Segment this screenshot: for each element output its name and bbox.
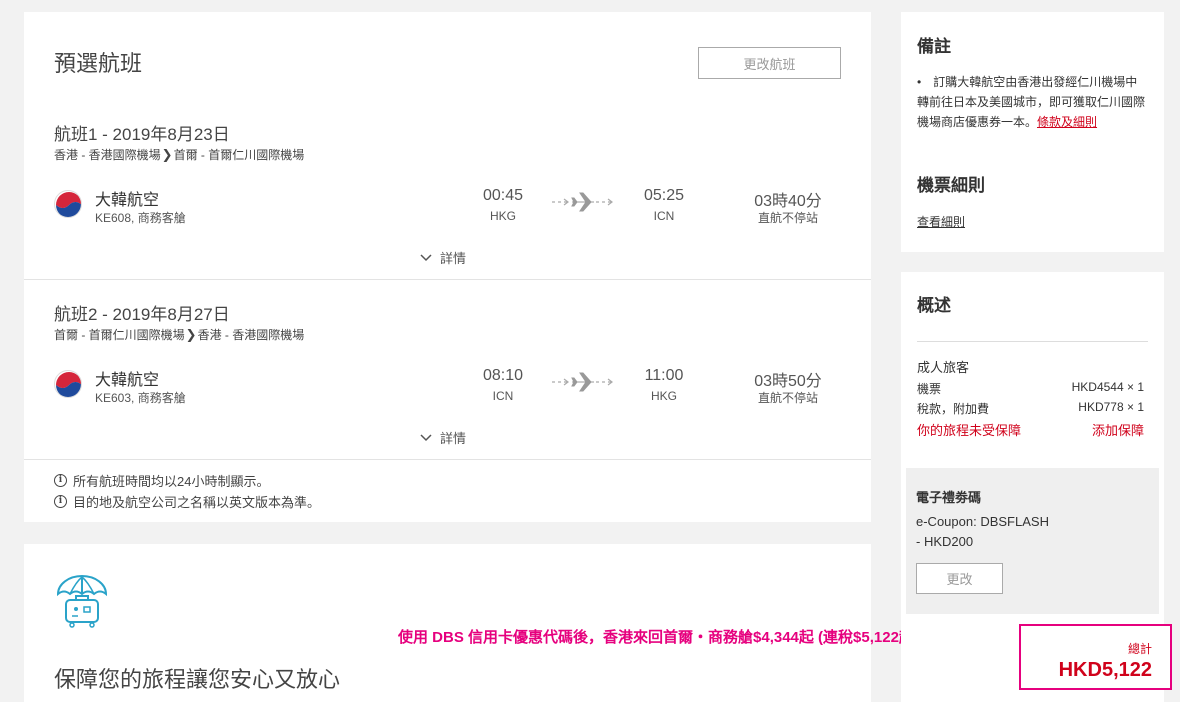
notes-card: 備註 • 訂購大韓航空由香港出發經仁川機場中轉前往日本及美國城市，即可獲取仁川國際… xyxy=(901,12,1164,252)
terms-link[interactable]: 條款及細則 xyxy=(1037,115,1097,129)
segment-title: 航班2 - 2019年8月27日 xyxy=(54,305,230,324)
notes-body: • 訂購大韓航空由香港出發經仁川機場中轉前往日本及美國城市，即可獲取仁川國際機場商… xyxy=(917,72,1149,132)
arrival-airport-code: ICN xyxy=(653,209,675,223)
ticket-label: 機票 xyxy=(917,382,942,396)
arrival-time: 11:00 xyxy=(644,367,684,384)
info-icon: i xyxy=(54,474,67,487)
flight-code: KE608, 商務客艙 xyxy=(95,211,186,225)
promo-annotation: 使用 DBS 信用卡優惠代碼後，香港來回首爾・商務艙$4,344起 (連稅$5,… xyxy=(398,629,919,646)
korean-air-logo-icon xyxy=(54,370,82,398)
flight-code: KE603, 商務客艙 xyxy=(95,391,186,405)
arrival-time: 05:25 xyxy=(643,187,685,204)
departure-time: 08:10 xyxy=(482,367,524,384)
coupon-code: e-Coupon: DBSFLASH xyxy=(916,514,1049,529)
departure-airport-code: ICN xyxy=(492,389,514,403)
stops-info: 直航不停站 xyxy=(757,391,818,405)
flight-duration: 03時50分 xyxy=(754,373,822,390)
ticket-value: HKD4544 × 1 xyxy=(1071,380,1144,394)
details-label: 詳情 xyxy=(440,251,467,266)
coupon-title: 電子禮劵碼 xyxy=(916,490,982,505)
stops-info: 直航不停站 xyxy=(757,211,818,225)
plane-route-icon xyxy=(552,370,614,394)
details-toggle[interactable]: 詳情 xyxy=(420,248,466,267)
page-title: 預選航班 xyxy=(54,51,143,76)
divider xyxy=(917,341,1148,342)
tax-label: 稅款，附加費 xyxy=(917,402,990,416)
not-protected-text: 你的旅程未受保障 xyxy=(917,423,1022,438)
airline-name: 大韓航空 xyxy=(95,372,160,389)
fare-rules-title: 機票細則 xyxy=(917,176,985,195)
total-value: HKD5,122 xyxy=(1058,659,1152,681)
plane-route-icon xyxy=(552,190,614,214)
coupon-box: 電子禮劵碼 e-Coupon: DBSFLASH - HKD200 更改 xyxy=(906,468,1159,614)
selected-flights-card: 預選航班 更改航班 航班1 - 2019年8月23日 香港 - 香港國際機場❯首… xyxy=(24,12,871,522)
tax-value: HKD778 × 1 xyxy=(1078,400,1144,414)
view-rules-link[interactable]: 查看細則 xyxy=(917,213,965,230)
info-icon: i xyxy=(54,495,67,508)
chevron-right-icon: ❯ xyxy=(185,327,197,342)
korean-air-logo-icon xyxy=(54,190,82,218)
route-destination: 香港 - 香港國際機場 xyxy=(197,328,305,342)
divider xyxy=(24,279,871,280)
notes-title: 備註 xyxy=(917,37,951,56)
chevron-down-icon xyxy=(420,253,432,261)
total-label: 總計 xyxy=(1127,642,1152,656)
details-label: 詳情 xyxy=(440,431,467,446)
segment-route: 首爾 - 首爾仁川國際機場❯香港 - 香港國際機場 xyxy=(54,326,304,343)
bullet-icon: • xyxy=(917,75,922,89)
route-origin: 首爾 - 首爾仁川國際機場 xyxy=(54,328,185,342)
notice-line: i 目的地及航空公司之名稱以英文版本為準。 xyxy=(54,492,320,511)
insurance-title: 保障您的旅程讓您安心又放心 xyxy=(54,667,341,692)
insurance-card: 保障您的旅程讓您安心又放心 xyxy=(24,544,871,702)
chevron-down-icon xyxy=(420,433,432,441)
route-origin: 香港 - 香港國際機場 xyxy=(54,148,161,162)
chevron-right-icon: ❯ xyxy=(161,147,173,162)
segment-title: 航班1 - 2019年8月23日 xyxy=(54,125,230,144)
adult-passenger-label: 成人旅客 xyxy=(917,360,970,375)
details-toggle[interactable]: 詳情 xyxy=(420,428,466,447)
arrival-airport-code: HKG xyxy=(650,389,677,403)
notes-text: 訂購大韓航空由香港出發經仁川機場中轉前往日本及美國城市，即可獲取仁川國際機場商店… xyxy=(917,75,1146,129)
add-protection-link[interactable]: 添加保障 xyxy=(1092,420,1144,439)
change-flight-button[interactable]: 更改航班 xyxy=(698,47,841,79)
coupon-discount: - HKD200 xyxy=(916,534,974,549)
notice-line: i 所有航班時間均以24小時制顯示。 xyxy=(54,471,269,490)
route-destination: 首爾 - 首爾仁川國際機場 xyxy=(173,148,305,162)
notice-text: 所有航班時間均以24小時制顯示。 xyxy=(73,474,270,489)
segment-route: 香港 - 香港國際機場❯首爾 - 首爾仁川國際機場 xyxy=(54,146,304,163)
change-coupon-button[interactable]: 更改 xyxy=(916,563,1003,594)
departure-time: 00:45 xyxy=(482,187,524,204)
umbrella-luggage-icon xyxy=(56,574,108,630)
departure-airport-code: HKG xyxy=(489,209,516,223)
flight-duration: 03時40分 xyxy=(754,193,822,210)
divider xyxy=(24,459,871,460)
summary-title: 概述 xyxy=(917,296,951,315)
notice-text: 目的地及航空公司之名稱以英文版本為準。 xyxy=(73,495,321,510)
airline-name: 大韓航空 xyxy=(95,192,160,209)
total-price-box: 總計 HKD5,122 xyxy=(1019,624,1172,690)
